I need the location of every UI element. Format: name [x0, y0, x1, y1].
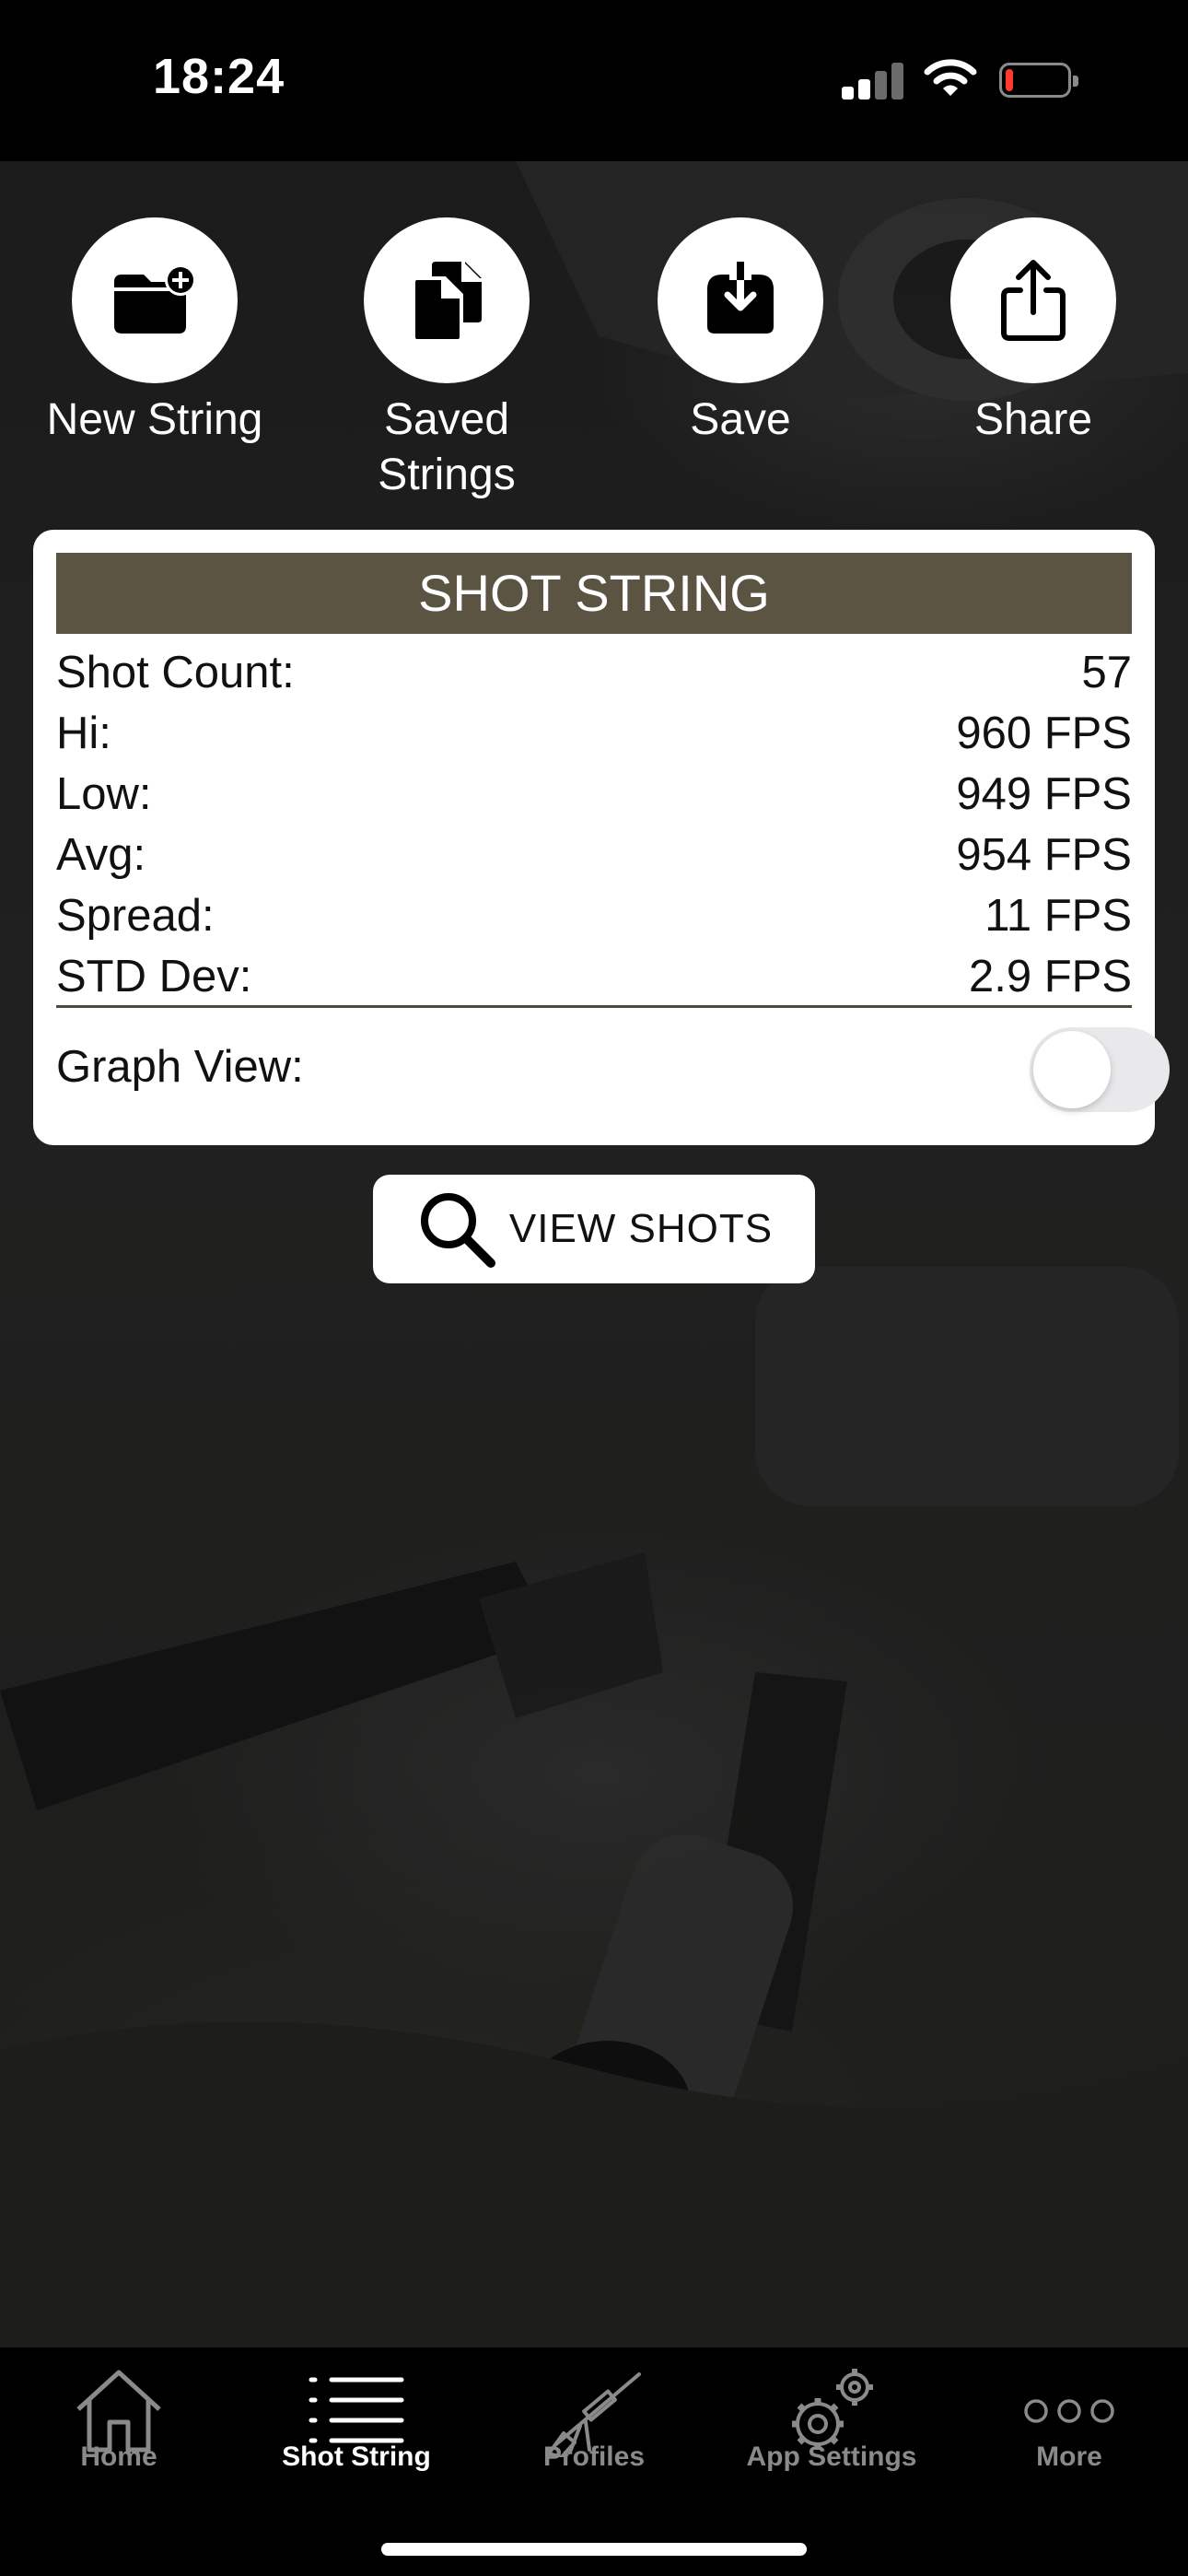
tab-profiles[interactable]: Profiles	[475, 2348, 713, 2495]
tab-label: App Settings	[746, 2441, 917, 2472]
more-icon	[1024, 2399, 1114, 2423]
tab-more[interactable]: More	[950, 2348, 1188, 2495]
stat-label: Low:	[56, 769, 152, 819]
action-bar: New String Saved Strings Save Share	[0, 217, 1188, 512]
share-icon	[950, 217, 1116, 383]
saved-strings-label: Saved Strings	[378, 395, 516, 499]
tab-home[interactable]: Home	[0, 2348, 238, 2495]
stat-label: Hi:	[56, 708, 111, 758]
battery-icon	[999, 63, 1078, 98]
stat-row-shot-count: Shot Count: 57	[56, 642, 1132, 703]
stat-value: 11 FPS	[984, 891, 1132, 941]
saved-strings-button[interactable]: Saved Strings	[309, 217, 585, 503]
tab-label: Home	[80, 2441, 157, 2472]
tab-app-settings[interactable]: App Settings	[713, 2348, 950, 2495]
view-shots-button[interactable]: VIEW SHOTS	[373, 1175, 815, 1283]
share-label: Share	[973, 395, 1093, 444]
stat-row-std-dev: STD Dev: 2.9 FPS	[56, 946, 1132, 1007]
divider	[56, 1005, 1132, 1008]
shot-string-card: SHOT STRING Shot Count: 57 Hi: 960 FPS L…	[33, 530, 1170, 1145]
stat-value: 960 FPS	[956, 708, 1132, 758]
tab-label: More	[1036, 2441, 1102, 2472]
tab-bar: Home Shot String Profiles App Settings M…	[0, 2348, 1188, 2576]
stat-label: STD Dev:	[56, 952, 252, 1001]
stat-value: 57	[1081, 648, 1132, 697]
stat-row-avg: Avg: 954 FPS	[56, 825, 1132, 885]
shot-string-title: SHOT STRING	[56, 553, 1132, 634]
view-shots-label: VIEW SHOTS	[508, 1206, 774, 1251]
status-time: 18:24	[153, 49, 285, 104]
toggle-knob	[1033, 1031, 1111, 1108]
stat-row-low: Low: 949 FPS	[56, 764, 1132, 825]
search-icon	[420, 1193, 495, 1268]
new-string-label: New String	[46, 395, 263, 444]
stat-value: 949 FPS	[956, 769, 1132, 819]
stat-label: Avg:	[56, 830, 146, 880]
list-icon	[309, 2377, 404, 2443]
cellular-signal-icon	[842, 61, 903, 100]
documents-icon	[364, 217, 530, 383]
tab-label: Profiles	[542, 2441, 646, 2472]
home-indicator	[381, 2543, 807, 2556]
save-button[interactable]: Save	[602, 217, 879, 448]
wifi-icon	[924, 59, 977, 96]
graph-view-toggle[interactable]	[1030, 1027, 1170, 1112]
stat-row-spread: Spread: 11 FPS	[56, 885, 1132, 946]
new-string-button[interactable]: New String	[17, 217, 293, 448]
graph-view-label: Graph View:	[56, 1042, 304, 1092]
tab-shot-string[interactable]: Shot String	[238, 2348, 475, 2495]
tab-label: Shot String	[282, 2441, 431, 2472]
stat-value: 2.9 FPS	[968, 952, 1132, 1001]
status-bar: 18:24	[0, 0, 1188, 161]
stat-value: 954 FPS	[956, 830, 1132, 880]
stat-label: Spread:	[56, 891, 215, 941]
stat-row-hi: Hi: 960 FPS	[56, 703, 1132, 764]
stat-label: Shot Count:	[56, 648, 295, 697]
share-button[interactable]: Share	[895, 217, 1171, 448]
save-label: Save	[690, 395, 791, 444]
folder-plus-icon	[72, 217, 238, 383]
save-download-icon	[658, 217, 823, 383]
